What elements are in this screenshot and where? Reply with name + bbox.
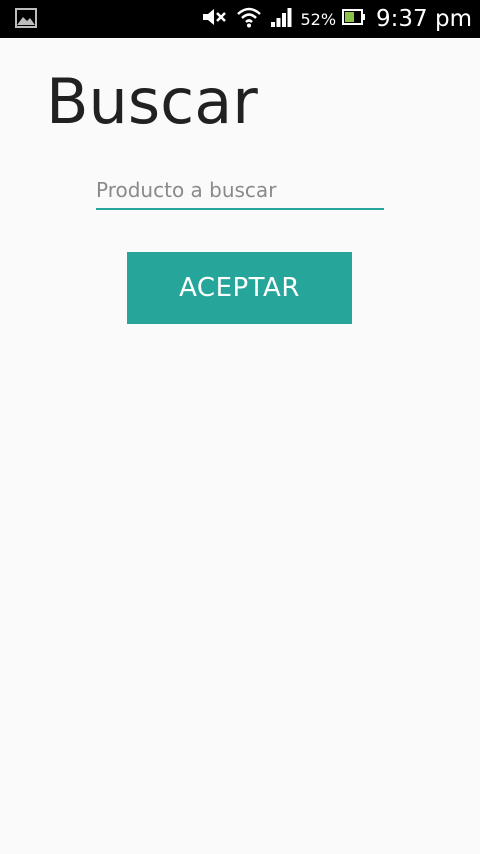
- signal-icon: [270, 7, 292, 31]
- status-time: 9:37 pm: [376, 6, 472, 32]
- mute-icon: [202, 7, 228, 31]
- accept-button[interactable]: ACEPTAR: [127, 252, 352, 324]
- battery-icon: [342, 8, 366, 30]
- product-search-input[interactable]: [96, 172, 384, 210]
- status-bar: 52% 9:37 pm: [0, 0, 480, 38]
- battery-percent: 52%: [300, 9, 337, 29]
- wifi-icon: [236, 6, 262, 32]
- status-icons: 52% 9:37 pm: [202, 0, 472, 38]
- gallery-icon: [15, 8, 37, 28]
- page-title: Buscar: [46, 65, 258, 138]
